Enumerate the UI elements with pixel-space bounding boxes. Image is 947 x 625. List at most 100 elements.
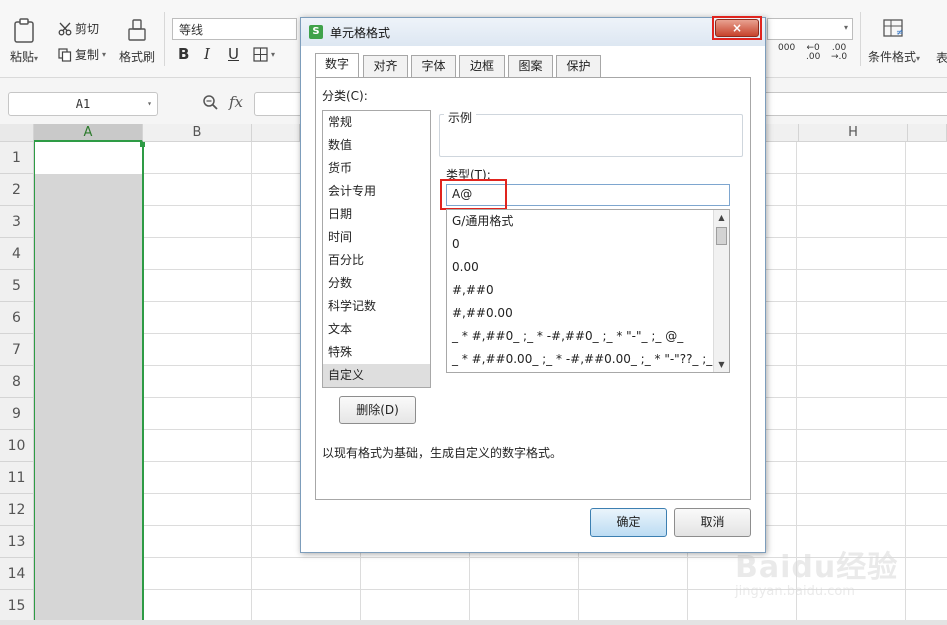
cut-button[interactable]: 剪切 — [58, 20, 99, 37]
row-header[interactable]: 1 — [0, 142, 34, 174]
cut-label: 剪切 — [75, 22, 100, 36]
decrease-decimal-sub: →.0 — [831, 52, 848, 62]
scroll-up-icon[interactable]: ▲ — [714, 210, 729, 225]
scroll-thumb[interactable] — [716, 227, 727, 245]
list-item[interactable]: 货币 — [323, 157, 430, 180]
category-list[interactable]: 常规 数值 货币 会计专用 日期 时间 百分比 分数 科学记数 文本 特殊 自定… — [322, 110, 431, 388]
column-header-h[interactable]: H — [799, 124, 908, 142]
row-header[interactable]: 4 — [0, 238, 34, 270]
row-header[interactable]: 5 — [0, 270, 34, 302]
chevron-down-icon: ▾ — [843, 23, 848, 32]
list-item[interactable]: 0.00 — [447, 256, 729, 279]
vertical-scrollbar[interactable]: ▲ ▼ — [713, 210, 729, 372]
scroll-down-icon[interactable]: ▼ — [714, 357, 729, 372]
select-all-corner[interactable] — [0, 124, 34, 142]
list-item[interactable]: 百分比 — [323, 249, 430, 272]
zoom-icon[interactable] — [202, 94, 219, 114]
table-style-button[interactable]: 表 — [936, 49, 947, 66]
list-item[interactable]: 分数 — [323, 272, 430, 295]
tab-alignment[interactable]: 对齐 — [363, 55, 408, 77]
format-description: 以现有格式为基础，生成自定义的数字格式。 — [322, 446, 563, 460]
type-highlight-box — [440, 179, 507, 210]
thousands-button[interactable]: 000 — [778, 44, 795, 53]
list-item[interactable]: 文本 — [323, 318, 430, 341]
tab-protection[interactable]: 保护 — [556, 55, 601, 77]
font-name-value: 等线 — [179, 23, 204, 37]
conditional-format-icon: ≠ — [883, 19, 904, 38]
row-header[interactable]: 15 — [0, 590, 34, 622]
format-painter-label: 格式刷 — [119, 50, 156, 64]
row-header[interactable]: 9 — [0, 398, 34, 430]
format-list[interactable]: G/通用格式 0 0.00 #,##0 #,##0.00 _ * #,##0_ … — [446, 209, 730, 373]
cancel-button[interactable]: 取消 — [674, 508, 751, 537]
row-header[interactable]: 2 — [0, 174, 34, 206]
list-item[interactable]: 会计专用 — [323, 180, 430, 203]
dialog-titlebar[interactable]: S 单元格格式 × — [301, 16, 765, 46]
row-header[interactable]: 3 — [0, 206, 34, 238]
fill-handle[interactable] — [140, 142, 145, 147]
row-header[interactable]: 13 — [0, 526, 34, 558]
border-grid-icon — [253, 47, 268, 62]
list-item[interactable]: 数值 — [323, 134, 430, 157]
copy-button[interactable]: 复制 ▾ — [58, 46, 106, 63]
underline-button[interactable]: U — [228, 45, 239, 63]
row-header[interactable]: 6 — [0, 302, 34, 334]
sample-box — [439, 114, 743, 157]
list-item[interactable]: 特殊 — [323, 341, 430, 364]
list-item[interactable]: #,##0.00 — [447, 302, 729, 325]
bold-button[interactable]: B — [178, 45, 189, 63]
thousands-label: 000 — [778, 43, 796, 53]
conditional-format-label: 条件格式 — [868, 50, 917, 64]
horizontal-scrollbar[interactable] — [0, 620, 947, 625]
list-item[interactable]: 常规 — [323, 111, 430, 134]
conditional-format-button[interactable]: ≠ 条件格式▾ — [868, 18, 920, 65]
format-cells-dialog: S 单元格格式 × 数字 对齐 字体 边框 图案 保护 分类(C): 常规 数值… — [300, 16, 766, 553]
font-name-select[interactable]: 等线 — [172, 18, 297, 40]
column-header-c[interactable] — [252, 124, 300, 142]
selection-border — [33, 142, 144, 625]
table-style-label: 表 — [936, 51, 947, 65]
list-item[interactable]: _ * #,##0_ ;_ * -#,##0_ ;_ * "-"_ ;_ @_ — [447, 325, 729, 348]
decrease-decimal-button[interactable]: .00 →.0 — [831, 44, 847, 62]
ok-button[interactable]: 确定 — [590, 508, 667, 537]
list-item[interactable]: 日期 — [323, 203, 430, 226]
delete-button[interactable]: 删除(D) — [339, 396, 416, 424]
increase-decimal-sub: .00 — [806, 52, 821, 62]
italic-button[interactable]: I — [204, 45, 210, 63]
list-item-selected[interactable]: 自定义 — [323, 364, 430, 387]
list-item[interactable]: 0 — [447, 233, 729, 256]
chevron-down-icon: ▾ — [147, 99, 152, 108]
category-label: 分类(C): — [322, 89, 368, 103]
border-button[interactable]: ▾ — [253, 47, 275, 62]
column-header-i[interactable] — [908, 124, 947, 142]
scissors-icon — [58, 22, 72, 35]
row-header[interactable]: 12 — [0, 494, 34, 526]
row-header[interactable]: 14 — [0, 558, 34, 590]
app-icon: S — [309, 25, 323, 39]
tab-pattern[interactable]: 图案 — [508, 55, 553, 77]
list-item[interactable]: _ * #,##0.00_ ;_ * -#,##0.00_ ;_ * "-"??… — [447, 348, 729, 371]
list-item[interactable]: 科学记数 — [323, 295, 430, 318]
tab-font[interactable]: 字体 — [411, 55, 456, 77]
number-format-select[interactable]: ▾ — [767, 18, 853, 40]
paste-button[interactable]: 粘贴▾ — [10, 18, 38, 65]
tab-number[interactable]: 数字 — [315, 53, 359, 78]
column-header-a[interactable]: A — [34, 124, 143, 142]
close-highlight-box — [712, 16, 762, 40]
fx-button[interactable]: fx — [229, 93, 243, 111]
row-header[interactable]: 10 — [0, 430, 34, 462]
column-header-g[interactable] — [766, 124, 799, 142]
name-box[interactable]: A1 ▾ — [8, 92, 158, 116]
column-header-b[interactable]: B — [143, 124, 252, 142]
list-item[interactable]: 时间 — [323, 226, 430, 249]
copy-label: 复制 — [75, 48, 100, 62]
list-item[interactable]: #,##0 — [447, 279, 729, 302]
format-painter-button[interactable]: 格式刷 — [119, 18, 155, 65]
row-header[interactable]: 8 — [0, 366, 34, 398]
list-item[interactable]: G/通用格式 — [447, 210, 729, 233]
tab-border[interactable]: 边框 — [459, 55, 505, 77]
watermark-sub: jingyan.baidu.com — [735, 584, 855, 599]
row-header[interactable]: 11 — [0, 462, 34, 494]
row-header[interactable]: 7 — [0, 334, 34, 366]
increase-decimal-button[interactable]: ←0.00 — [806, 44, 820, 62]
